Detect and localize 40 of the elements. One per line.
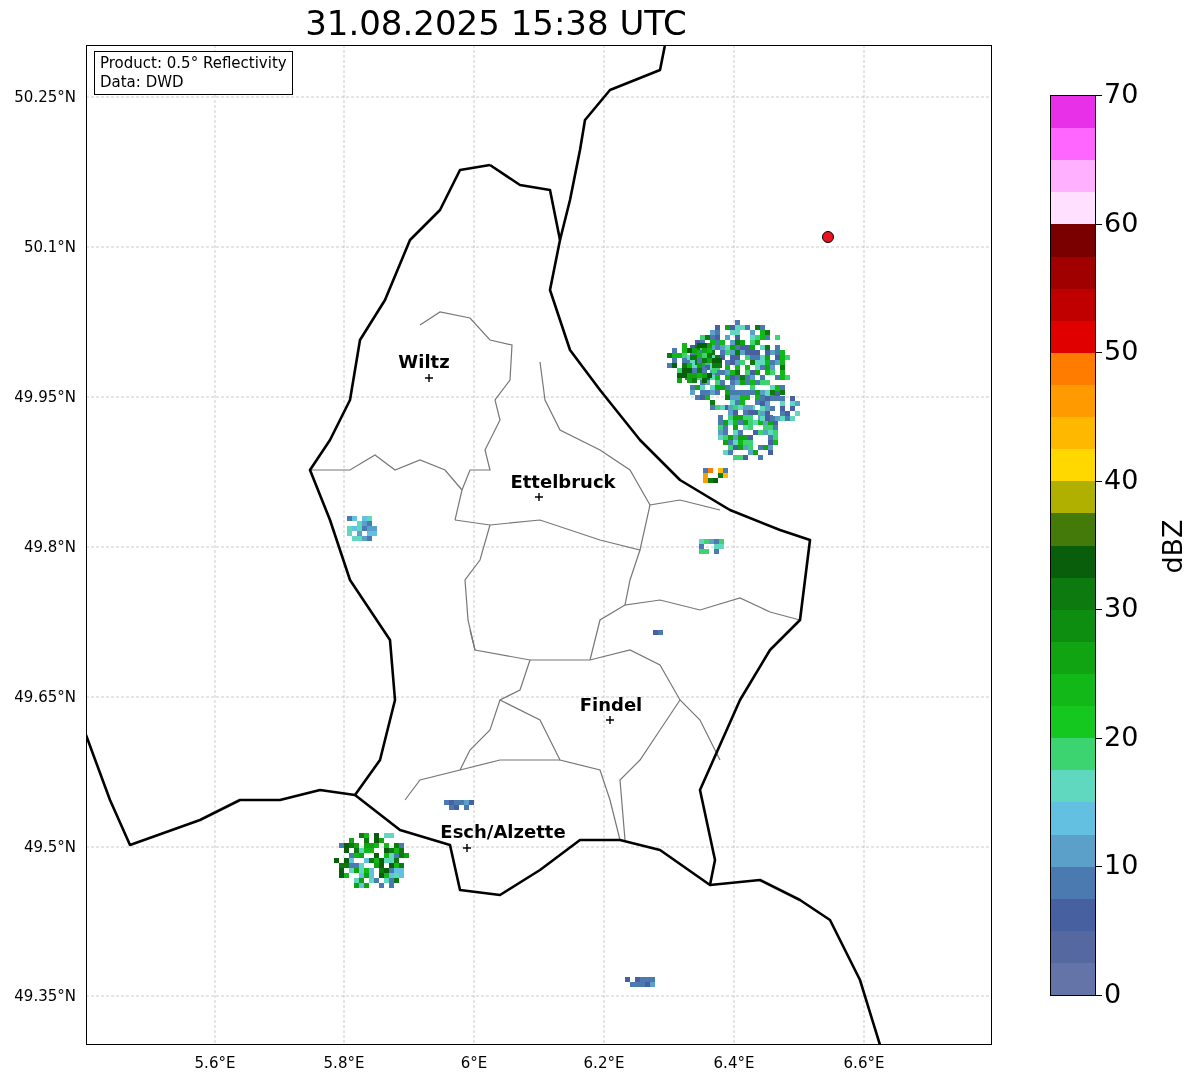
crosshair-icon [534, 492, 544, 502]
scale-tick-label: 30 [1104, 593, 1139, 624]
scale-tick-label: 40 [1104, 464, 1139, 495]
chart-title: 31.08.2025 15:38 UTC [305, 2, 687, 43]
radar-echo [703, 468, 728, 483]
longitude-label: 6.2°E [583, 1054, 625, 1072]
longitude-label: 6.4°E [713, 1054, 755, 1072]
crosshair-icon [462, 843, 472, 853]
latitude-label: 49.35°N [14, 987, 76, 1005]
crosshair-icon [424, 373, 434, 383]
longitude-label: 6.6°E [843, 1054, 885, 1072]
city-label: Ettelbruck [510, 471, 616, 492]
scale-tick-label: 50 [1104, 336, 1139, 367]
scale-tick-label: 10 [1104, 850, 1139, 881]
crosshair-icon [605, 715, 615, 725]
radar-echo [653, 630, 663, 635]
info-text: Data: DWD [100, 73, 185, 92]
scale-tick-label: 60 [1104, 207, 1139, 238]
latitude-label: 49.95°N [14, 388, 76, 406]
latitude-label: 49.65°N [14, 688, 76, 706]
scale-tick-label: 70 [1104, 79, 1139, 109]
latitude-label: 49.5°N [23, 838, 76, 856]
radar-echo [444, 800, 474, 810]
scale-tick-label: 20 [1104, 721, 1139, 752]
radar-echo [625, 977, 655, 987]
location-dot-icon [822, 231, 834, 243]
radar-echo [347, 516, 377, 541]
city-label: Wiltz [398, 351, 450, 372]
info-text: Product: 0.5° Reflectivity [100, 54, 287, 73]
scale-tick-label: 0 [1104, 979, 1122, 1009]
longitude-label: 6°E [460, 1054, 488, 1072]
city-label: Esch/Alzette [440, 821, 566, 842]
longitude-label: 5.8°E [323, 1054, 365, 1072]
city-label: Findel [579, 694, 643, 715]
longitude-label: 5.6°E [194, 1054, 236, 1072]
scale-axis-label: dBZ [1156, 519, 1184, 574]
latitude-label: 50.25°N [14, 88, 76, 106]
radar-echo [699, 539, 724, 554]
latitude-label: 50.1°N [23, 238, 76, 256]
latitude-label: 49.8°N [23, 538, 76, 556]
